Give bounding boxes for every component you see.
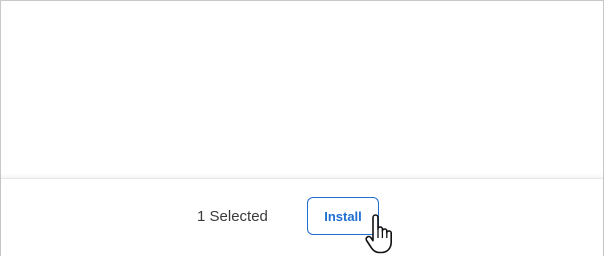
dialog-frame: 1 Selected Install [0, 0, 604, 256]
install-button[interactable]: Install [307, 197, 379, 235]
footer-bar: 1 Selected Install [1, 178, 603, 256]
content-area [1, 1, 603, 177]
selected-count-label: 1 Selected [197, 208, 268, 225]
